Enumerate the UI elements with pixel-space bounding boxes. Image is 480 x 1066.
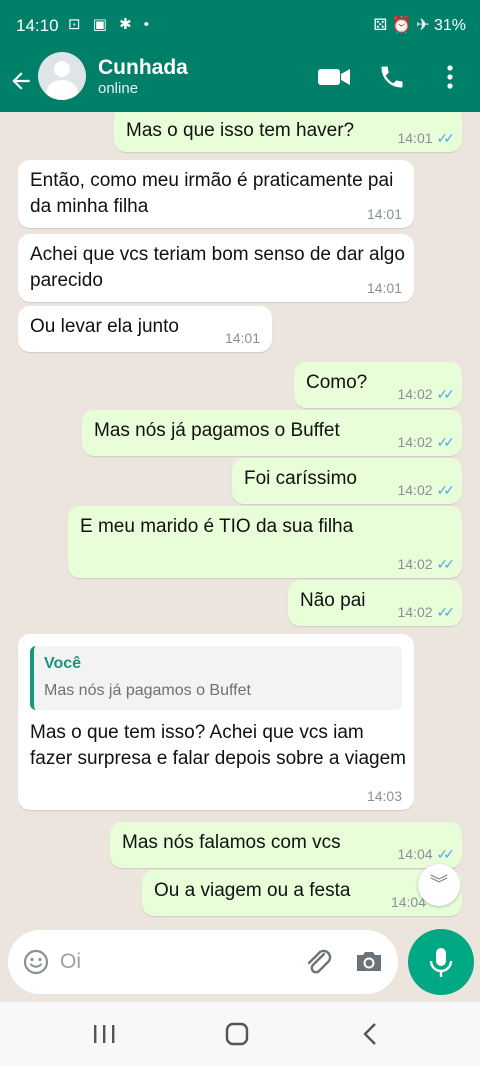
message-time: 14:02 [397,482,433,498]
scroll-to-bottom-button[interactable]: ︾ [418,864,460,906]
message-text: Achei que vcs teriam bom senso de dar al… [30,244,405,291]
message-composer[interactable]: Oi [8,930,398,994]
status-notification-icons: ⊡ ▣ ✱ • [68,16,154,33]
voice-message-button[interactable] [408,929,474,995]
message-time: 14:02 [397,556,433,572]
read-ticks-icon: ✓✓ [436,604,456,620]
message-time: 14:01 [366,280,402,296]
message-bubble[interactable]: Como? 14:02 ✓✓ [294,362,462,408]
read-ticks-icon: ✓✓ [436,386,456,402]
message-time: 14:01 [224,330,260,346]
read-ticks-icon: ✓✓ [436,556,456,572]
avatar-head-icon [54,61,70,77]
chevron-down-icon: ︾ [430,874,448,894]
message-text: Então, como meu irmão é praticamente pai… [30,170,394,217]
status-bar: 14:10 ⊡ ▣ ✱ • ⚄ ⏰ ✈ 31% [0,0,480,52]
message-meta: 14:02 ✓✓ [397,434,456,450]
message-time: 14:02 [397,604,433,620]
message-bubble[interactable]: Mas o que isso tem haver? 14:01 ✓✓ [114,112,462,152]
quoted-reply[interactable]: Você Mas nós já pagamos o Buffet [30,646,402,710]
message-bubble[interactable]: Ou levar ela junto 14:01 [18,306,272,352]
system-navigation-bar [0,1002,480,1066]
message-text: E meu marido é TIO da sua filha [80,516,354,537]
message-time: 14:02 [397,386,433,402]
nav-back-icon[interactable] [360,1020,380,1048]
back-arrow-icon[interactable] [8,60,38,100]
read-ticks-icon: ✓✓ [436,482,456,498]
message-time: 14:01 [366,206,402,222]
message-meta: 14:02 ✓✓ [397,386,456,402]
quoted-text: Mas nós já pagamos o Buffet [44,682,251,699]
message-meta: 14:01 [367,280,402,296]
read-ticks-icon: ✓✓ [436,846,456,862]
message-list[interactable]: Mas o que isso tem haver? 14:01 ✓✓ Então,… [0,112,480,928]
message-meta: 14:02 ✓✓ [397,556,456,572]
message-time: 14:01 [397,130,433,146]
camera-icon[interactable] [354,947,384,975]
message-bubble[interactable]: Achei que vcs teriam bom senso de dar al… [18,234,414,302]
message-bubble[interactable]: Não pai 14:02 ✓✓ [288,580,462,626]
contact-name[interactable]: Cunhada [98,56,188,80]
message-bubble[interactable]: Mas nós falamos com vcs 14:04 ✓✓ [110,822,462,868]
chat-header: Cunhada online [0,52,480,112]
voice-call-icon[interactable] [378,62,406,92]
avatar-body-icon [46,80,78,100]
status-time: 14:10 [16,16,59,35]
paperclip-icon[interactable] [304,946,334,978]
contact-status: online [98,80,139,97]
message-meta: 14:01 [367,206,402,222]
message-input[interactable]: Oi [60,950,81,974]
emoji-icon[interactable] [22,948,50,976]
message-time: 14:02 [397,434,433,450]
message-meta: 14:02 ✓✓ [397,604,456,620]
read-ticks-icon: ✓✓ [436,434,456,450]
message-bubble[interactable]: Então, como meu irmão é praticamente pai… [18,160,414,228]
message-meta: 14:01 ✓✓ [397,130,456,146]
message-time: 14:04 [397,846,433,862]
read-ticks-icon: ✓✓ [436,130,456,146]
message-bubble[interactable]: Você Mas nós já pagamos o Buffet Mas o q… [18,634,414,810]
message-bubble[interactable]: Ou a viagem ou a festa 14:04 [142,870,462,916]
microphone-icon [429,948,453,977]
message-meta: 14:01 [225,330,260,346]
message-time: 14:03 [366,788,402,804]
status-system-icons: ⚄ ⏰ ✈ 31% [373,17,466,34]
more-options-icon[interactable] [438,62,462,92]
message-text: Mas o que tem isso? Achei que vcs iam fa… [30,722,406,769]
recent-apps-icon[interactable] [92,1020,116,1048]
video-call-icon[interactable] [317,62,351,92]
home-icon[interactable] [224,1020,250,1048]
avatar[interactable] [38,52,86,100]
message-bubble[interactable]: E meu marido é TIO da sua filha 14:02 ✓✓ [68,506,462,578]
message-meta: 14:02 ✓✓ [397,482,456,498]
message-bubble[interactable]: Mas nós já pagamos o Buffet 14:02 ✓✓ [82,410,462,456]
message-meta: 14:03 [367,788,402,804]
quoted-author: Você [44,655,82,672]
message-bubble[interactable]: Foi caríssimo 14:02 ✓✓ [232,458,462,504]
message-meta: 14:04 ✓✓ [397,846,456,862]
